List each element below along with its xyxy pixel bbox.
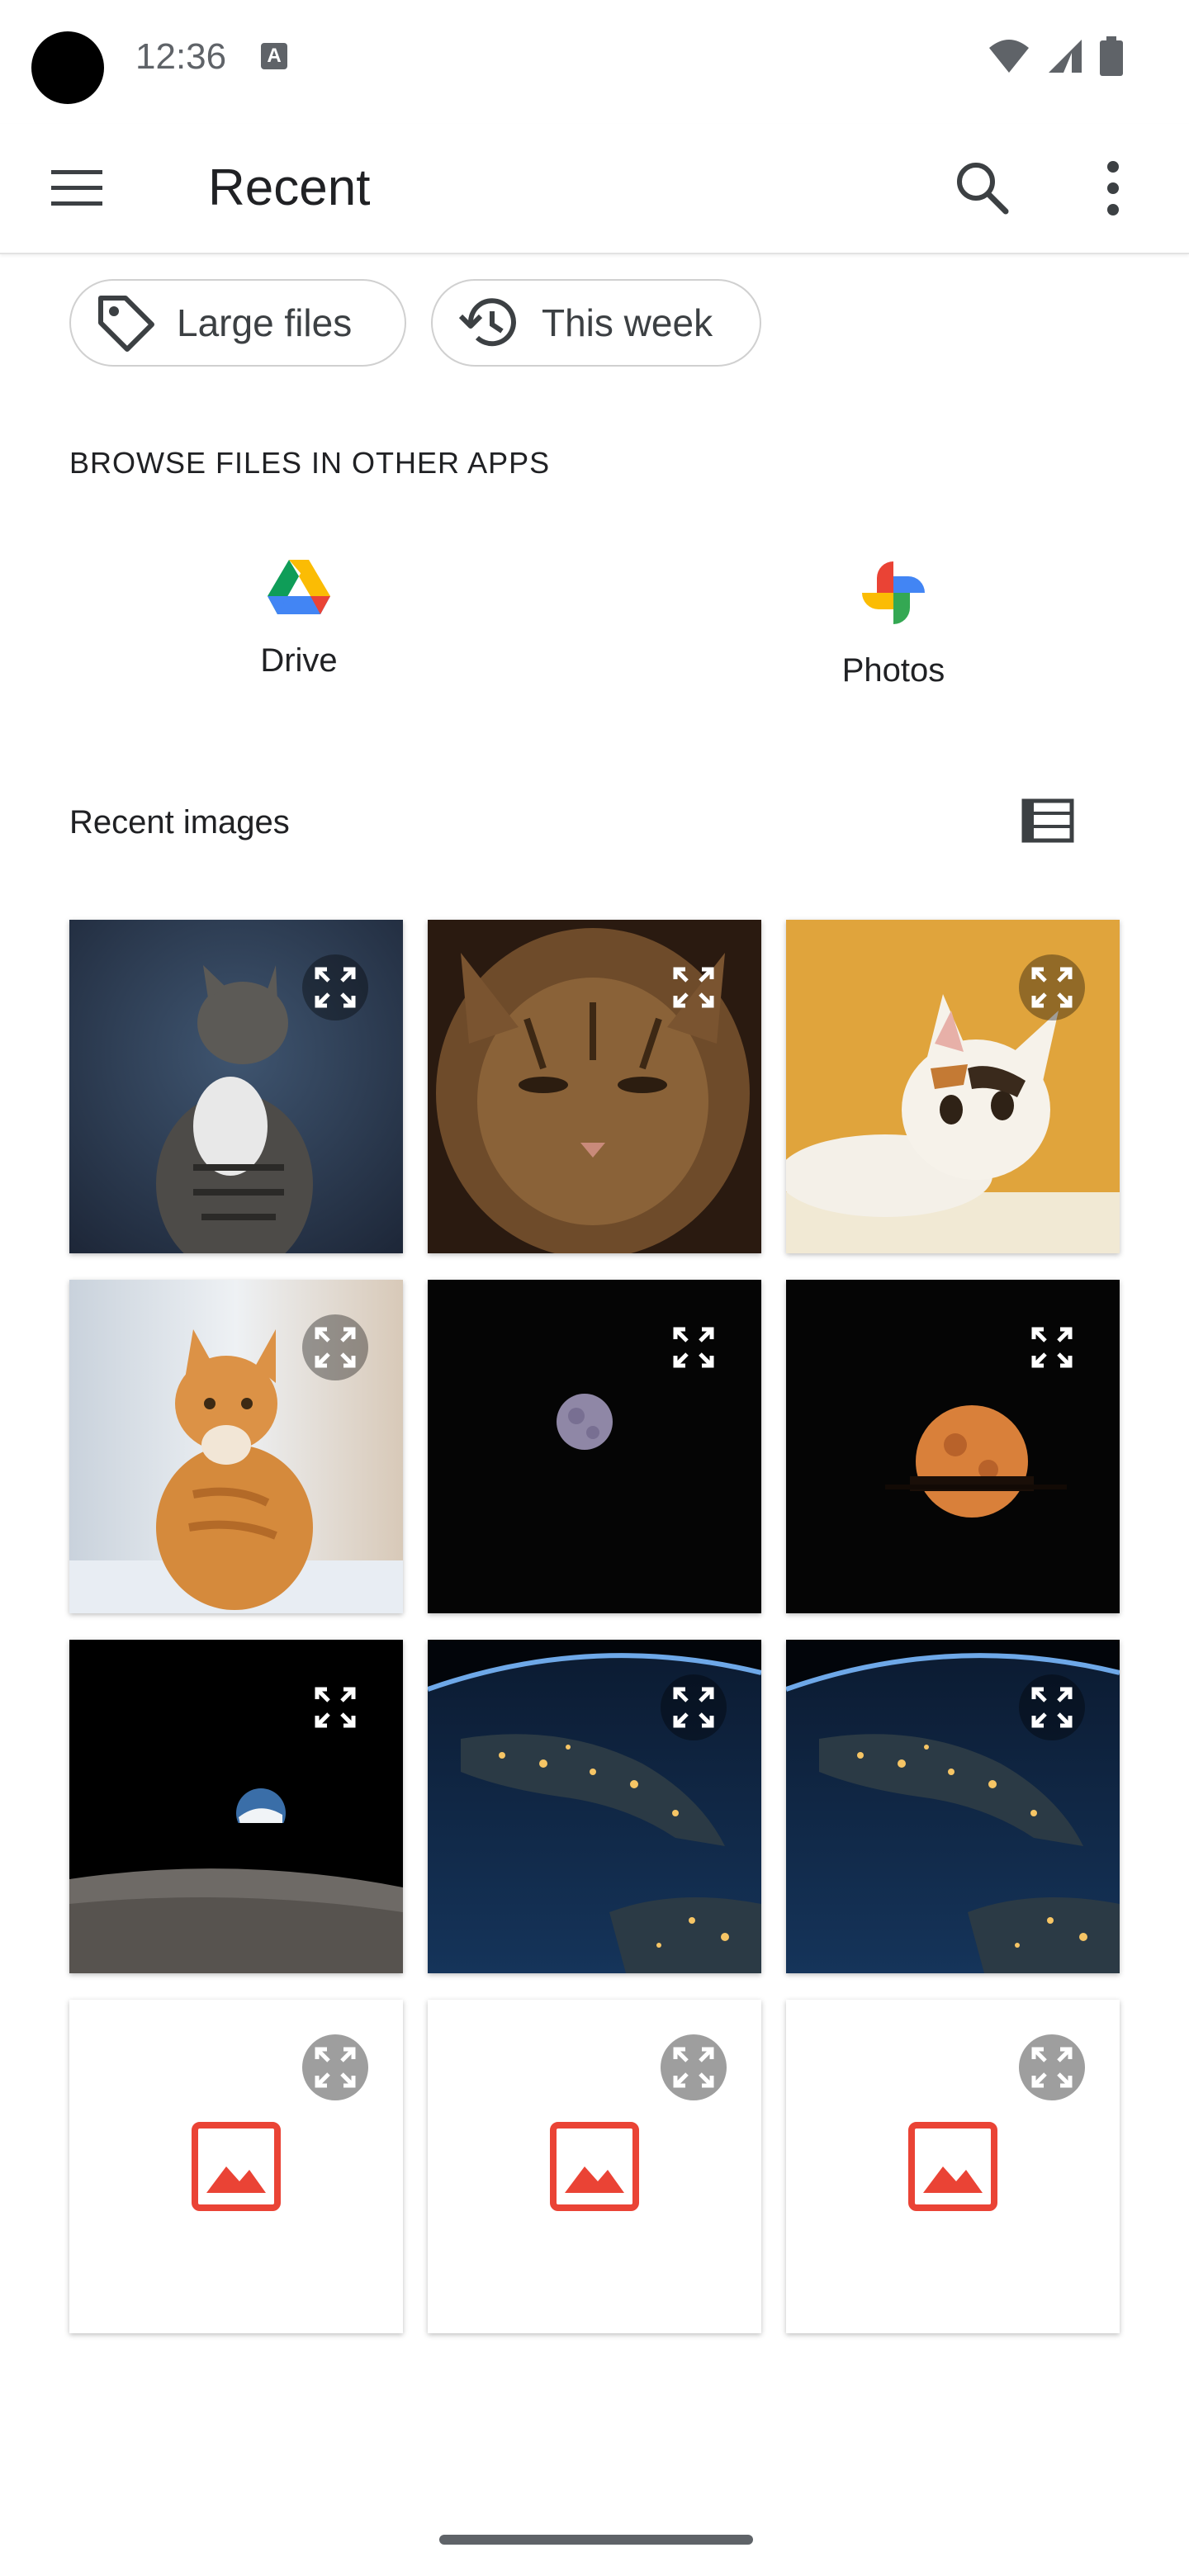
more-vert-icon[interactable] [1087, 157, 1139, 220]
expand-icon[interactable] [661, 954, 727, 1020]
status-bar: 12:36 A [0, 0, 1189, 124]
wifi-icon [989, 40, 1029, 73]
image-thumbnail[interactable] [69, 2000, 403, 2333]
google-photos-icon [862, 561, 925, 624]
expand-icon[interactable] [661, 1314, 727, 1380]
chip-label: This week [542, 301, 713, 344]
image-thumbnail[interactable] [428, 920, 761, 1253]
expand-icon[interactable] [302, 1314, 368, 1380]
image-thumbnail[interactable] [428, 1280, 761, 1613]
app-name: Drive [260, 642, 338, 679]
battery-icon [1100, 36, 1123, 76]
cell-signal-icon [1049, 40, 1082, 73]
recent-images-title: Recent images [69, 804, 290, 841]
status-icons [988, 33, 1123, 79]
page-title: Recent [208, 159, 371, 216]
status-time: 12:36 [135, 36, 227, 77]
google-drive-icon [268, 560, 330, 614]
expand-icon[interactable] [302, 954, 368, 1020]
list-view-icon[interactable] [1021, 796, 1075, 845]
expand-icon[interactable] [1019, 954, 1085, 1020]
app-bar: Recent [0, 124, 1189, 254]
chip-label: Large files [177, 301, 353, 344]
recent-images-grid [69, 920, 1120, 2333]
image-thumbnail[interactable] [786, 1280, 1120, 1613]
expand-icon[interactable] [302, 2034, 368, 2100]
hamburger-menu-icon[interactable] [48, 162, 106, 215]
image-thumbnail[interactable] [69, 920, 403, 1253]
gesture-nav-handle[interactable] [439, 2535, 753, 2545]
image-thumbnail[interactable] [786, 920, 1120, 1253]
image-thumbnail[interactable] [428, 2000, 761, 2333]
large-files-chip[interactable]: Large files [69, 279, 406, 367]
tag-icon [98, 296, 154, 352]
search-icon[interactable] [951, 157, 1014, 220]
image-file-icon [908, 2122, 997, 2211]
image-file-icon [192, 2122, 281, 2211]
image-thumbnail[interactable] [786, 1640, 1120, 1973]
app-name: Photos [841, 652, 945, 689]
image-thumbnail[interactable] [69, 1280, 403, 1613]
a-text-icon: A [261, 43, 287, 69]
image-file-icon [550, 2122, 639, 2211]
image-thumbnail[interactable] [786, 2000, 1120, 2333]
photos-app-tile[interactable]: Photos [770, 545, 1017, 727]
image-thumbnail[interactable] [428, 1640, 761, 1973]
expand-icon[interactable] [1019, 2034, 1085, 2100]
expand-icon[interactable] [661, 1674, 727, 1740]
expand-icon[interactable] [1019, 1674, 1085, 1740]
drive-app-tile[interactable]: Drive [175, 545, 423, 727]
expand-icon[interactable] [302, 1674, 368, 1740]
expand-icon[interactable] [661, 2034, 727, 2100]
expand-icon[interactable] [1019, 1314, 1085, 1380]
image-thumbnail[interactable] [69, 1640, 403, 1973]
browse-apps-caption: BROWSE FILES IN OTHER APPS [69, 446, 551, 480]
history-icon [458, 298, 516, 347]
this-week-chip[interactable]: This week [431, 279, 761, 367]
camera-cutout [31, 31, 104, 104]
